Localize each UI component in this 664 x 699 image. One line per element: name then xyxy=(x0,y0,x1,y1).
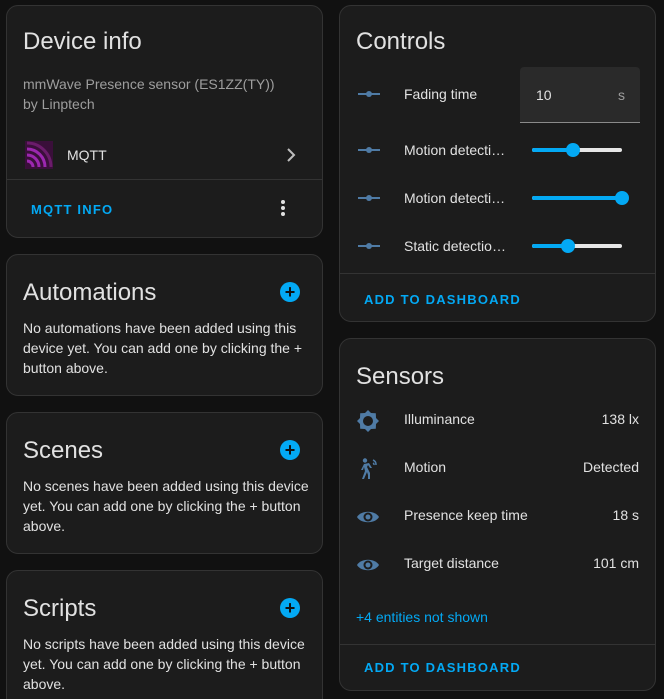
device-info-card: Device info mmWave Presence sensor (ES1Z… xyxy=(6,5,323,238)
slider-thumb[interactable] xyxy=(566,143,580,157)
integration-label: MQTT xyxy=(67,147,107,163)
sensor-value: 18 s xyxy=(612,507,639,523)
eye-icon xyxy=(356,505,380,534)
slider-thumb[interactable] xyxy=(561,239,575,253)
ray-vertex-icon xyxy=(358,142,380,163)
sensor-label[interactable]: Illuminance xyxy=(404,411,564,427)
sensors-add-to-dashboard-button[interactable]: ADD TO DASHBOARD xyxy=(364,660,521,675)
automations-empty-text: No automations have been added using thi… xyxy=(23,320,303,376)
controls-add-to-dashboard-button[interactable]: ADD TO DASHBOARD xyxy=(364,292,521,307)
sensor-label[interactable]: Presence keep time xyxy=(404,507,564,523)
ray-vertex-icon xyxy=(358,190,380,211)
automations-title: Automations xyxy=(23,279,157,306)
slider[interactable] xyxy=(532,236,622,256)
sensor-label[interactable]: Motion xyxy=(404,459,564,475)
slider-fill xyxy=(532,196,622,200)
sensor-value: 138 lx xyxy=(601,411,639,427)
integration-row[interactable]: MQTT xyxy=(7,136,322,176)
automations-card: Automations + No automations have been a… xyxy=(6,254,323,396)
scripts-title: Scripts xyxy=(23,595,97,622)
fading-time-value: 10 xyxy=(536,87,552,103)
slider[interactable] xyxy=(532,188,629,208)
card-divider xyxy=(340,273,655,274)
chevron-right-icon xyxy=(285,146,297,169)
add-automation-button[interactable]: + xyxy=(280,282,300,302)
sensors-card: Sensors Illuminance 138 lx Motion Detected P… xyxy=(339,338,656,691)
sensors-title: Sensors xyxy=(356,363,445,390)
scripts-empty-text: No scripts have been added using this de… xyxy=(23,636,305,692)
card-divider xyxy=(7,179,322,180)
fading-time-input[interactable]: 10 s xyxy=(520,67,640,123)
slider-label: Static detection sensitivity xyxy=(404,238,506,254)
motion-sensor-icon xyxy=(356,457,380,486)
mqtt-info-button[interactable]: MQTT INFO xyxy=(31,202,113,217)
slider-label: Motion detection sensitivity xyxy=(404,142,506,158)
slider-label: Motion detection distance xyxy=(404,190,506,206)
slider-thumb[interactable] xyxy=(615,191,629,205)
slider[interactable] xyxy=(532,140,622,160)
sensor-value: 101 cm xyxy=(593,555,639,571)
scenes-empty-text: No scenes have been added using this dev… xyxy=(23,478,309,534)
scenes-card: Scenes + No scenes have been added using… xyxy=(6,412,323,554)
ray-vertex-icon xyxy=(358,86,380,107)
scenes-title: Scenes xyxy=(23,437,104,464)
fading-time-label: Fading time xyxy=(404,86,478,102)
device-info-title: Device info xyxy=(23,28,142,55)
add-script-button[interactable]: + xyxy=(280,598,300,618)
sensor-label[interactable]: Target distance xyxy=(404,555,564,571)
scripts-card: Scripts + No scripts have been added usi… xyxy=(6,570,323,699)
controls-card: Controls Fading time 10 s Motion detecti… xyxy=(339,5,656,322)
device-model: mmWave Presence sensor (ES1ZZ(TY)) xyxy=(23,76,275,92)
brightness-icon xyxy=(356,409,380,438)
add-scene-button[interactable]: + xyxy=(280,440,300,460)
fading-time-unit: s xyxy=(618,87,625,103)
ray-vertex-icon xyxy=(358,238,380,259)
controls-title: Controls xyxy=(356,28,446,55)
eye-icon xyxy=(356,553,380,582)
more-entities-link[interactable]: +4 entities not shown xyxy=(356,609,488,625)
overflow-menu-icon[interactable] xyxy=(273,198,293,223)
card-divider xyxy=(340,644,655,645)
device-manufacturer: by Linptech xyxy=(23,96,95,112)
mqtt-logo-icon xyxy=(25,141,53,174)
sensor-value: Detected xyxy=(582,459,639,475)
